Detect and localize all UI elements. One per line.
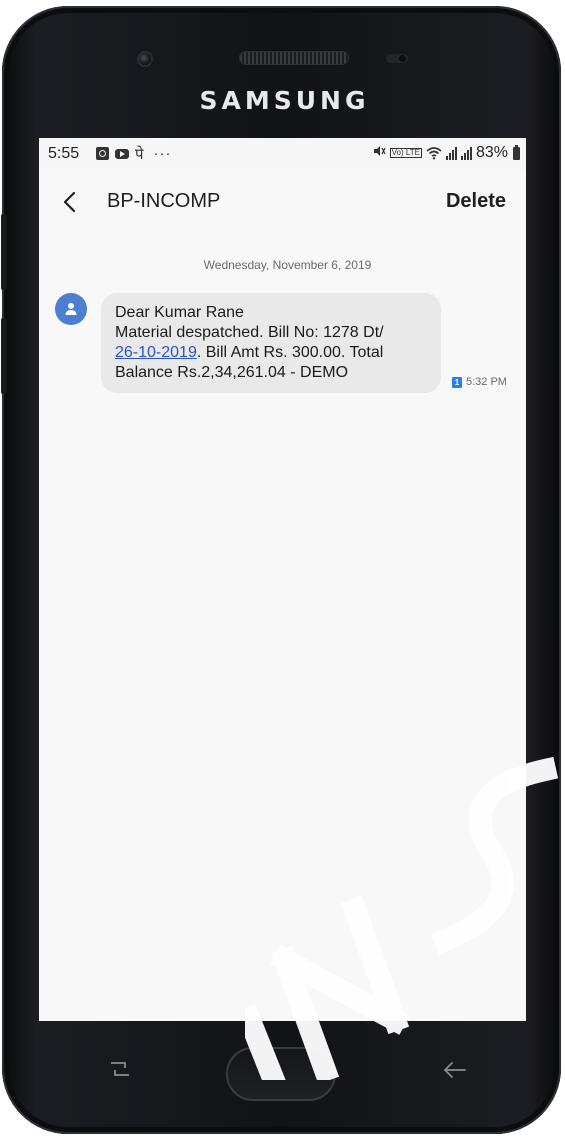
message-text: . Bill Amt Rs. 300.00. Total <box>196 344 384 361</box>
brand-logo: SAMSUNG <box>199 86 370 115</box>
q-app-icon <box>96 147 109 160</box>
contact-avatar[interactable] <box>55 293 87 325</box>
chevron-left-icon <box>63 191 76 213</box>
status-bar: 5:55 पे ··· Vo) LTE 83% <box>39 138 526 170</box>
youtube-icon <box>115 148 129 159</box>
system-icons: Vo) LTE 83% <box>372 144 520 162</box>
devanagari-keyboard-icon: पे <box>135 144 144 163</box>
date-separator: Wednesday, November 6, 2019 <box>203 258 372 272</box>
back-icon[interactable] <box>441 1058 467 1082</box>
status-time: 5:55 <box>48 145 80 162</box>
delete-button[interactable]: Delete <box>446 190 506 213</box>
message-meta: 1 5:32 PM <box>452 376 507 388</box>
date-link[interactable]: 26-10-2019 <box>115 344 197 361</box>
page: SAMSUNG 5:55 पे ··· Vo) LTE 83% BP-INCOM… <box>0 0 565 1138</box>
battery-percent: 83% <box>475 144 508 161</box>
signal-icon <box>460 146 472 160</box>
volume-down-button[interactable] <box>1 318 7 394</box>
conversation-title: BP-INCOMP <box>107 190 221 212</box>
volte-icon: Vo) LTE <box>389 148 422 158</box>
recent-apps-icon[interactable] <box>107 1056 133 1082</box>
sim-badge-icon: 1 <box>452 376 462 388</box>
notification-icons: पे ··· <box>96 145 172 162</box>
message-bubble[interactable]: Dear Kumar Rane Material despatched. Bil… <box>101 293 441 393</box>
wifi-icon <box>426 146 442 160</box>
signal-icon <box>445 146 457 160</box>
message-line: Balance Rs.2,34,261.04 - DEMO <box>115 364 349 381</box>
message-line: 26-10-2019. Bill Amt Rs. 300.00. Total <box>115 343 427 363</box>
message-time: 5:32 PM <box>466 376 507 388</box>
volume-up-button[interactable] <box>1 214 7 290</box>
battery-icon <box>513 144 520 160</box>
app-bar: BP-INCOMP Delete <box>39 170 526 234</box>
message-line: Dear Kumar Rane <box>115 304 244 321</box>
back-button[interactable] <box>55 188 83 216</box>
message-line: Material despatched. Bill No: 1278 Dt/ <box>115 324 384 341</box>
home-button[interactable] <box>226 1047 336 1101</box>
screen: 5:55 पे ··· Vo) LTE 83% BP-INCOMP Delete… <box>39 138 526 1021</box>
mute-icon <box>372 144 386 162</box>
proximity-sensor <box>386 54 408 63</box>
more-notifications-icon: ··· <box>153 145 172 162</box>
person-icon <box>65 303 77 315</box>
navigation-bar <box>39 1021 526 1121</box>
earpiece-speaker <box>240 52 348 64</box>
front-camera <box>139 53 151 65</box>
